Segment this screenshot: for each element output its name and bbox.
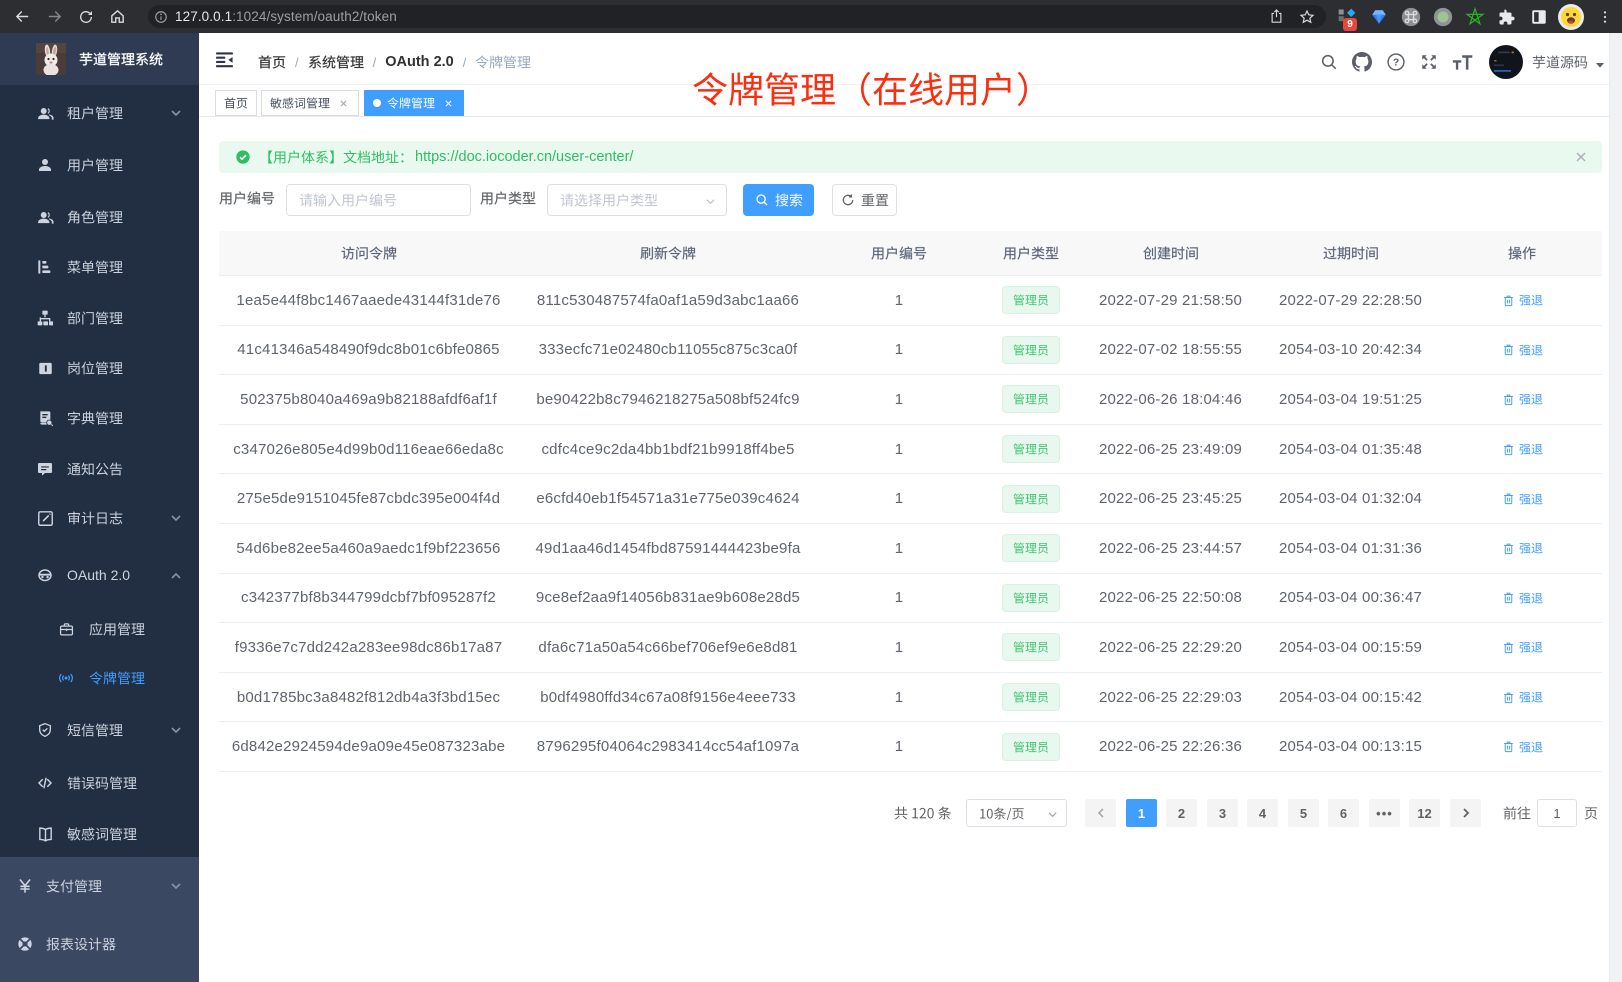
svg-text:?: ? bbox=[1393, 58, 1399, 69]
